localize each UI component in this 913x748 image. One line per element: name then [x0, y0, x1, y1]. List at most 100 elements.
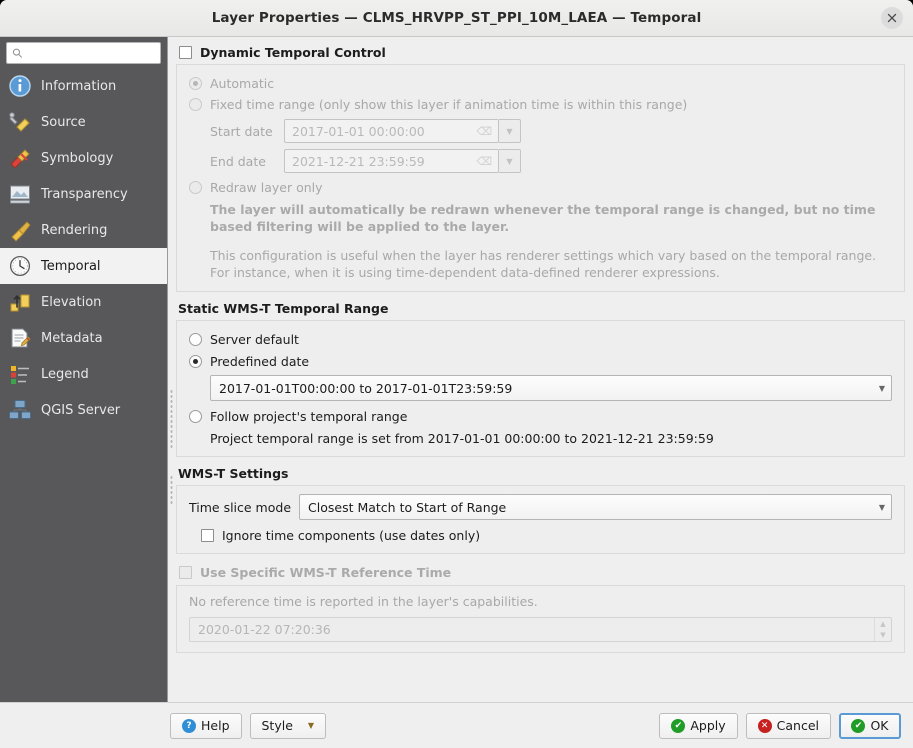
- spinner-up-icon[interactable]: ▲: [880, 620, 885, 628]
- sidebar-item-rendering[interactable]: Rendering: [0, 212, 167, 248]
- chevron-down-icon: ▼: [878, 383, 885, 393]
- sidebar-item-label: Transparency: [41, 186, 128, 202]
- sidebar-search-wrap: [0, 37, 167, 68]
- chevron-down-icon: ▼: [878, 502, 885, 512]
- redraw-layer-only-radio[interactable]: [189, 181, 202, 194]
- dynamic-temporal-panel: Automatic Fixed time range (only show th…: [176, 64, 905, 292]
- reference-time-note: No reference time is reported in the lay…: [189, 594, 538, 609]
- cross-icon: ✕: [757, 718, 772, 733]
- sidebar-item-source[interactable]: Source: [0, 104, 167, 140]
- start-date-label: Start date: [210, 123, 273, 139]
- use-specific-reference-time-checkbox[interactable]: [179, 566, 192, 579]
- dynamic-temporal-control-row[interactable]: Dynamic Temporal Control: [179, 45, 905, 60]
- dynamic-temporal-control-checkbox[interactable]: [179, 46, 192, 59]
- end-date-value: 2021-12-21 23:59:59: [292, 153, 425, 169]
- ok-button[interactable]: ✔ OK: [839, 712, 901, 739]
- automatic-radio[interactable]: [189, 77, 202, 90]
- server-default-row[interactable]: Server default: [189, 332, 892, 347]
- automatic-row[interactable]: Automatic: [189, 76, 892, 91]
- search-box[interactable]: [6, 42, 161, 64]
- end-date-field[interactable]: 2021-12-21 23:59:59 ⌫: [284, 149, 499, 173]
- time-slice-mode-combo[interactable]: Closest Match to Start of Range ▼: [299, 494, 892, 520]
- redraw-layer-only-row[interactable]: Redraw layer only: [189, 180, 892, 195]
- fixed-time-range-row[interactable]: Fixed time range (only show this layer i…: [189, 97, 892, 112]
- reference-time-value: 2020-01-22 07:20:36: [198, 622, 331, 637]
- button-bar: ? Help Style ▼ ✔ Apply ✕ Cancel ✔ OK: [0, 702, 913, 748]
- predefined-date-radio[interactable]: [189, 355, 202, 368]
- sidebar-item-metadata[interactable]: Metadata: [0, 320, 167, 356]
- static-range-panel: Server default Predefined date 2017-01-0…: [176, 320, 905, 457]
- scroll-indicator: [170, 389, 173, 449]
- follow-project-radio[interactable]: [189, 410, 202, 423]
- follow-project-row[interactable]: Follow project's temporal range: [189, 409, 892, 424]
- end-date-dropdown-icon[interactable]: ▼: [499, 149, 521, 173]
- style-button[interactable]: Style ▼: [249, 712, 327, 739]
- fixed-time-range-radio[interactable]: [189, 98, 202, 111]
- predefined-date-row[interactable]: Predefined date: [189, 354, 892, 369]
- sidebar-item-transparency[interactable]: Transparency: [0, 176, 167, 212]
- information-icon: [9, 75, 31, 97]
- predefined-date-combo[interactable]: 2017-01-01T00:00:00 to 2017-01-01T23:59:…: [210, 375, 892, 401]
- wmst-settings-title: WMS-T Settings: [178, 466, 289, 481]
- redraw-layer-only-label: Redraw layer only: [210, 180, 323, 195]
- start-date-field[interactable]: 2017-01-01 00:00:00 ⌫: [284, 119, 499, 143]
- sidebar-item-label: Temporal: [41, 258, 101, 274]
- metadata-icon: [11, 328, 31, 348]
- help-icon: ?: [182, 718, 196, 733]
- cancel-button-label: Cancel: [776, 718, 819, 733]
- follow-project-label: Follow project's temporal range: [210, 409, 408, 424]
- dynamic-temporal-control-label: Dynamic Temporal Control: [200, 45, 386, 60]
- style-button-label: Style: [261, 718, 293, 733]
- sidebar-item-label: QGIS Server: [41, 402, 121, 418]
- sidebar-item-temporal[interactable]: Temporal: [0, 248, 167, 284]
- close-icon[interactable]: [881, 7, 903, 29]
- project-range-note: Project temporal range is set from 2017-…: [210, 431, 714, 446]
- sidebar-item-label: Metadata: [41, 330, 103, 346]
- static-range-title: Static WMS-T Temporal Range: [178, 301, 389, 316]
- close-glyph: [887, 13, 897, 23]
- apply-button[interactable]: ✔ Apply: [659, 712, 738, 739]
- ignore-time-components-row[interactable]: Ignore time components (use dates only): [201, 528, 892, 543]
- title-bar: Layer Properties — CLMS_HRVPP_ST_PPI_10M…: [0, 0, 913, 37]
- dialog-body: Information Source Symbology Transparenc…: [0, 37, 913, 702]
- layer-properties-dialog: Layer Properties — CLMS_HRVPP_ST_PPI_10M…: [0, 0, 913, 748]
- help-button[interactable]: ? Help: [170, 712, 242, 739]
- reference-time-spinbox[interactable]: 2020-01-22 07:20:36 ▲ ▼: [189, 617, 892, 642]
- content-pane: Dynamic Temporal Control Automatic Fixed…: [168, 37, 913, 702]
- wmst-settings-panel: Time slice mode Closest Match to Start o…: [176, 485, 905, 554]
- sidebar-item-label: Information: [41, 78, 117, 94]
- chevron-down-icon: ▼: [307, 721, 315, 730]
- sidebar-item-label: Rendering: [41, 222, 108, 238]
- clear-icon[interactable]: ⌫: [476, 155, 494, 168]
- end-date-row: End date 2021-12-21 23:59:59 ⌫ ▼: [210, 149, 892, 173]
- start-date-dropdown-icon[interactable]: ▼: [499, 119, 521, 143]
- window-title: Layer Properties — CLMS_HRVPP_ST_PPI_10M…: [211, 10, 702, 26]
- start-date-value: 2017-01-01 00:00:00: [292, 123, 425, 139]
- legend-icon: [11, 366, 29, 384]
- server-default-label: Server default: [210, 332, 299, 347]
- spinner-arrows-icon[interactable]: ▲ ▼: [874, 618, 891, 641]
- use-specific-reference-time-label: Use Specific WMS-T Reference Time: [200, 565, 452, 580]
- sidebar-item-label: Elevation: [41, 294, 102, 310]
- use-specific-reference-time-row[interactable]: Use Specific WMS-T Reference Time: [179, 565, 905, 580]
- automatic-label: Automatic: [210, 76, 275, 91]
- scroll-indicator: [170, 475, 173, 505]
- sidebar-item-information[interactable]: Information: [0, 68, 167, 104]
- elevation-icon: [10, 294, 30, 312]
- time-slice-mode-value: Closest Match to Start of Range: [308, 499, 507, 515]
- sidebar-item-symbology[interactable]: Symbology: [0, 140, 167, 176]
- ignore-time-components-checkbox[interactable]: [201, 529, 214, 542]
- sidebar-item-qgis-server[interactable]: QGIS Server: [0, 392, 167, 428]
- check-icon: ✔: [851, 718, 866, 733]
- sidebar-item-legend[interactable]: Legend: [0, 356, 167, 392]
- symbology-icon: [10, 149, 30, 169]
- clear-icon[interactable]: ⌫: [476, 125, 494, 138]
- end-date-label: End date: [210, 153, 266, 169]
- spinner-down-icon[interactable]: ▼: [880, 631, 885, 639]
- search-input[interactable]: [27, 46, 155, 60]
- server-default-radio[interactable]: [189, 333, 202, 346]
- start-date-row: Start date 2017-01-01 00:00:00 ⌫ ▼: [210, 119, 892, 143]
- fixed-time-range-label: Fixed time range (only show this layer i…: [210, 97, 688, 112]
- cancel-button[interactable]: ✕ Cancel: [745, 712, 831, 739]
- sidebar-item-elevation[interactable]: Elevation: [0, 284, 167, 320]
